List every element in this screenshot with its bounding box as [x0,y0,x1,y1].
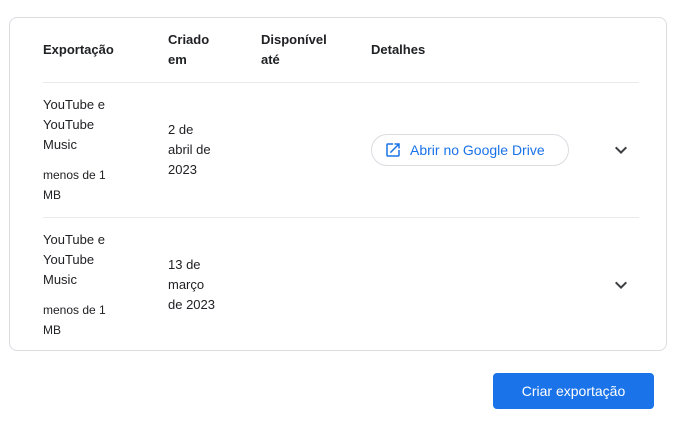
exports-table-card: Exportação Criado em Disponível até Deta… [9,17,667,351]
open-in-new-icon [386,143,400,157]
create-export-label: Criar exportação [521,383,626,399]
row-divider [43,217,639,218]
row-1-export-size: menos de 1 MB [43,168,106,202]
row-2-export-name: YouTube e YouTube Music [43,232,105,287]
row-2-created-date: 13 de março de 2023 [168,257,215,312]
chevron-down-icon [615,146,627,154]
column-header-details: Detalhes [371,42,426,57]
row-2-export-size: menos de 1 MB [43,303,106,337]
header-divider [43,82,639,83]
row-1-expand-button[interactable] [609,138,633,162]
row-1-created-date: 2 de abril de 2023 [168,122,211,177]
column-header-created: Criado em [168,32,210,67]
column-header-available-until: Disponível até [261,32,327,67]
open-in-google-drive-label: Abrir no Google Drive [410,142,545,158]
create-export-button[interactable]: Criar exportação [493,373,654,409]
row-2-expand-button[interactable] [609,273,633,297]
chevron-down-icon [615,281,627,289]
column-header-export: Exportação [43,42,114,57]
open-in-google-drive-button[interactable]: Abrir no Google Drive [371,134,569,166]
row-1-export-name: YouTube e YouTube Music [43,97,105,152]
